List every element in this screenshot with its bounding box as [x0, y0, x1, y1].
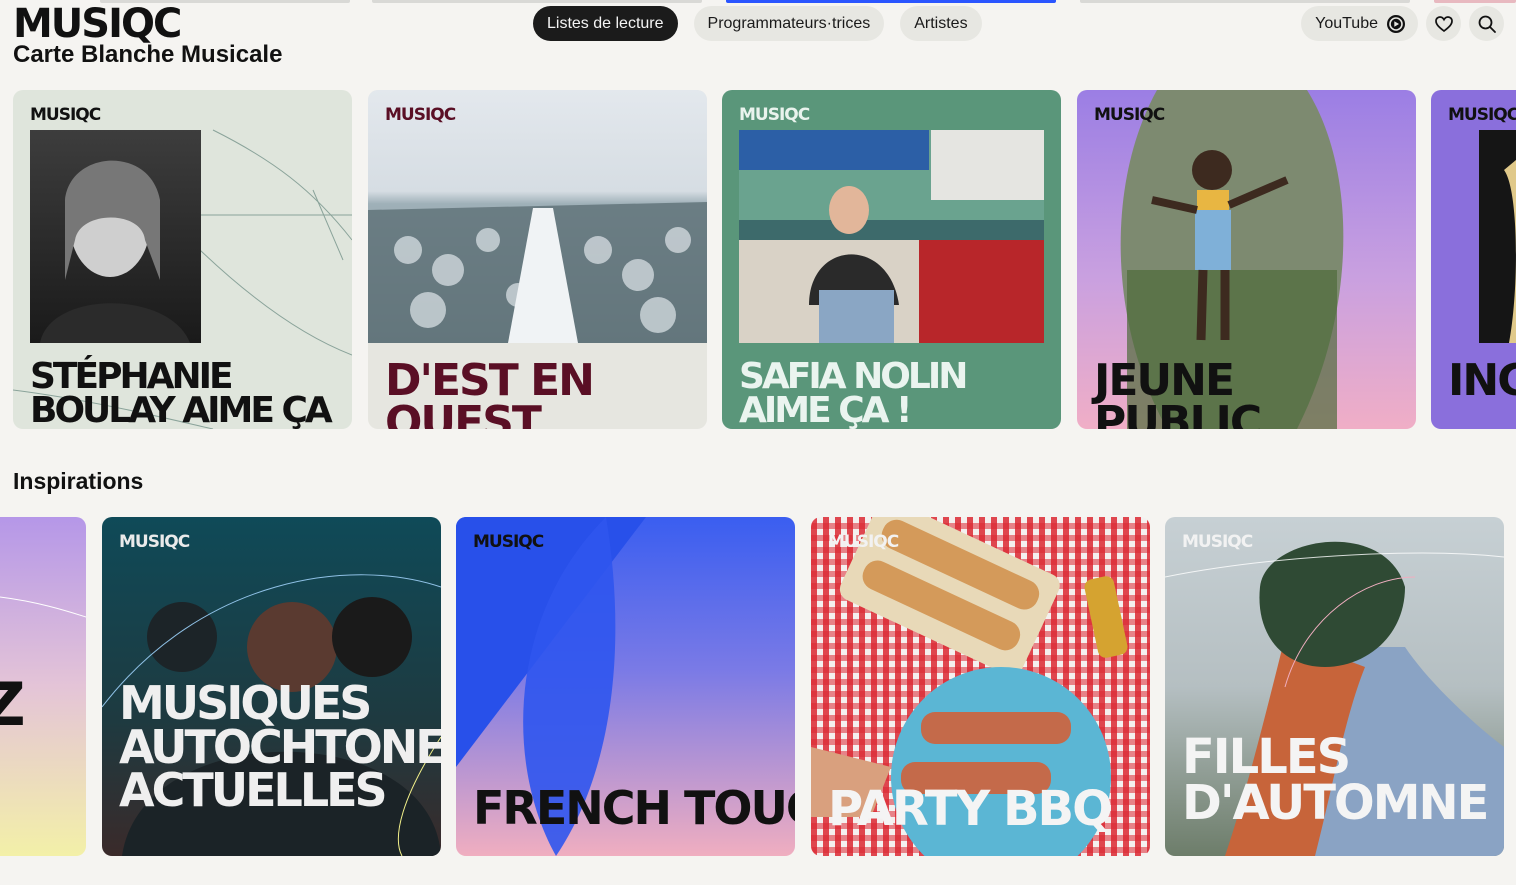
card-title: Jeune public [1094, 355, 1262, 429]
playlist-card[interactable]: MUSIQC Jeune public [1077, 90, 1416, 429]
card-brand: MUSIQC [828, 532, 899, 552]
section-title-inspirations: Inspirations [13, 468, 144, 494]
card-title: Ingri [1448, 355, 1516, 406]
card-brand: MUSIQC [1094, 105, 1165, 125]
header-tools: YouTube [1301, 6, 1504, 41]
playlist-card[interactable]: MUSIQC Musiques autochtones actuelles [102, 517, 441, 856]
playlist-card[interactable]: MUSIQC Filles d'automne [1165, 517, 1504, 856]
card-photo [30, 130, 201, 343]
playlist-card[interactable]: MUSIQC Safia Nolin aime ça ! [722, 90, 1061, 429]
top-bar: MUSIQC Carte Blanche Musicale Listes de … [0, 0, 1516, 80]
card-photo [1479, 130, 1516, 343]
nav-playlists[interactable]: Listes de lecture [533, 6, 678, 41]
card-title: French touch ! [473, 781, 795, 835]
favorites-button[interactable] [1426, 6, 1461, 41]
card-title: Musiques autochtones actuelles [119, 676, 441, 818]
card-photo [739, 130, 1044, 343]
card-title: Party BBQ [828, 781, 1113, 837]
card-brand: MUSIQC [385, 105, 456, 125]
card-brand: MUSIQC [739, 105, 810, 125]
card-brand: MUSIQC [1182, 532, 1253, 552]
search-icon [1478, 15, 1496, 33]
play-circle-icon [1387, 14, 1405, 33]
card-title: Stéphanie Boulay aime ça ! [30, 356, 333, 429]
playlist-row: MUSIQC Stéphanie Boulay aime ça ! [0, 90, 1516, 430]
card-title: Z [0, 670, 26, 740]
main-nav: Listes de lecture Programmateurs·trices … [533, 6, 982, 41]
card-brand: MUSIQC [1448, 105, 1516, 125]
card-brand: MUSIQC [119, 532, 190, 552]
playlist-card[interactable]: MUSIQC French touch ! [456, 517, 795, 856]
card-title: Safia Nolin aime ça ! [739, 356, 968, 429]
card-photo [368, 90, 707, 343]
youtube-label: YouTube [1315, 14, 1378, 32]
card-title: Filles d'automne [1182, 729, 1489, 831]
youtube-button[interactable]: YouTube [1301, 6, 1418, 41]
nav-programmers[interactable]: Programmateurs·trices [693, 6, 885, 41]
card-brand: MUSIQC [30, 105, 101, 125]
card-title: D'est en Ouest [385, 355, 595, 429]
playlist-card[interactable]: MUSIQC Stéphanie Boulay aime ça ! [13, 90, 352, 429]
inspirations-row: Z MUSIQC Musiques autochtones actuelles … [0, 517, 1516, 857]
search-button[interactable] [1469, 6, 1504, 41]
playlist-card[interactable]: MUSIQC Ingri [1431, 90, 1516, 429]
tab-strip [0, 0, 1516, 3]
playlist-card[interactable]: MUSIQC D'est en Ouest [368, 90, 707, 429]
card-brand: MUSIQC [473, 532, 544, 552]
nav-artists[interactable]: Artistes [900, 6, 982, 41]
site-logo[interactable]: MUSIQC [13, 4, 182, 44]
playlist-card[interactable]: MUSIQC Party BBQ [811, 517, 1150, 856]
playlist-card[interactable]: Z [0, 517, 86, 856]
heart-icon [1434, 15, 1453, 32]
site-subtitle: Carte Blanche Musicale [13, 41, 283, 68]
